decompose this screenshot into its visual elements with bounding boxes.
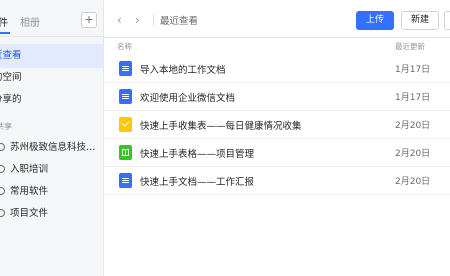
folder-item[interactable]: 苏州极致信息科技有... [0,137,103,159]
back-arrow-icon[interactable]: ‹ [117,13,122,27]
file-name: 快速上手表格——项目管理 [140,149,255,160]
folder-icon [0,187,5,195]
table-row[interactable]: 导入本地的工作文档 1月17日 [104,55,450,83]
more-button[interactable] [444,11,450,30]
file-name: 快速上手收集表——每日健康情况收集 [140,121,302,132]
sidebar: 件 相册 + 近查看 的空间 分享的 共享 苏州极致信息科技有... 入职培训 … [0,0,104,276]
column-header-modified[interactable]: 最近更新 [395,41,425,52]
folder-label: 入职培训 [10,164,49,175]
doc-icon [119,61,132,76]
add-button[interactable]: + [81,12,97,28]
file-name: 欢迎使用企业微信文档 [140,93,236,104]
column-header-name[interactable]: 名称 [117,41,132,52]
nav-item-label: 的空间 [0,72,22,83]
file-date: 2月20日 [395,177,431,187]
nav-item-label: 近查看 [0,50,22,61]
section-label-shared: 共享 [0,122,12,131]
table-row[interactable]: 快速上手文档——工作汇报 2月20日 [104,167,450,195]
folder-item[interactable]: 项目文件 [0,203,103,225]
tab-files[interactable]: 件 [0,14,8,29]
folder-icon [0,143,5,151]
table-row[interactable]: 欢迎使用企业微信文档 1月17日 [104,83,450,111]
nav-item-shared[interactable]: 分享的 [0,88,103,112]
divider [104,37,450,38]
folder-item[interactable]: 常用软件 [0,181,103,203]
form-icon [119,117,132,132]
breadcrumb: 最近查看 [160,16,199,27]
main-panel: ‹ › 最近查看 上传 新建 名称 最近更新 导入本地的工作文档 1月17日 欢… [104,0,450,276]
table-row[interactable]: 快速上手表格——项目管理 2月20日 [104,139,450,167]
file-date: 1月17日 [395,93,431,103]
folder-label: 苏州极致信息科技有... [10,142,102,153]
nav-item-my-space[interactable]: 的空间 [0,66,103,90]
doc-icon [119,89,132,104]
nav-item-recent[interactable]: 近查看 [0,44,103,68]
file-date: 2月20日 [395,149,431,159]
file-name: 导入本地的工作文档 [140,65,226,76]
upload-button[interactable]: 上传 [356,11,394,30]
folder-label: 常用软件 [10,186,49,197]
forward-arrow-icon[interactable]: › [135,13,140,27]
folder-icon [0,209,5,217]
nav-item-label: 分享的 [0,94,22,105]
table-row[interactable]: 快速上手收集表——每日健康情况收集 2月20日 [104,111,450,139]
file-date: 1月17日 [395,65,431,75]
file-name: 快速上手文档——工作汇报 [140,177,255,188]
sheet-icon [119,145,132,160]
folder-icon [0,165,5,173]
folder-label: 项目文件 [10,208,49,219]
tab-albums[interactable]: 相册 [20,14,40,29]
divider [153,14,154,26]
new-button[interactable]: 新建 [401,11,439,30]
divider [0,36,103,37]
doc-icon [119,173,132,188]
folder-item[interactable]: 入职培训 [0,159,103,181]
active-tab-indicator [0,32,10,34]
file-date: 2月20日 [395,121,431,131]
